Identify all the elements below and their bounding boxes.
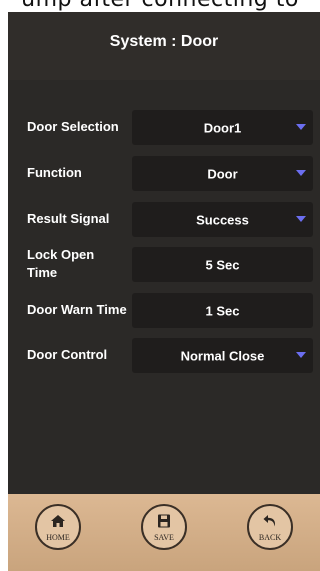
door-control-value: Normal Close — [180, 348, 265, 363]
function-label: Function — [27, 165, 82, 180]
result-signal-label: Result Signal — [27, 211, 110, 226]
save-button[interactable]: SAVE — [141, 504, 187, 550]
door-warn-time-value: 1 Sec — [205, 303, 240, 318]
overlay-caption-text: ump after connecting to — [21, 0, 299, 12]
dropdown-caret-icon — [296, 216, 306, 222]
door-warn-time-label: Door Warn Time — [27, 302, 127, 317]
door-warn-time-field[interactable]: 1 Sec — [132, 293, 313, 328]
back-label: BACK — [258, 533, 282, 542]
home-label: HOME — [46, 533, 70, 542]
back-arrow-icon — [263, 515, 275, 527]
save-icon — [158, 514, 170, 528]
screen-header: System : Door — [8, 12, 320, 80]
lock-open-time-value: 5 Sec — [205, 257, 240, 272]
back-button[interactable]: BACK — [247, 504, 293, 550]
door-selection-label: Door Selection — [27, 119, 119, 134]
device-screen: System : Door Door Selection Door1 Funct… — [8, 12, 320, 571]
function-row: Function Door — [8, 153, 320, 193]
function-value: Door — [207, 166, 238, 181]
result-signal-row: Result Signal Success — [8, 199, 320, 239]
home-icon — [51, 515, 65, 527]
bottom-nav-bar: HOME SAVE BACK — [8, 494, 320, 571]
lock-open-time-row: Lock Open Time 5 Sec — [8, 244, 320, 284]
door-warn-time-row: Door Warn Time 1 Sec — [8, 290, 320, 330]
door-control-dropdown[interactable]: Normal Close — [132, 338, 313, 373]
door-selection-dropdown[interactable]: Door1 — [132, 110, 313, 145]
lock-open-time-label: Lock Open Time — [27, 247, 95, 280]
result-signal-dropdown[interactable]: Success — [132, 202, 313, 237]
save-label: SAVE — [154, 533, 174, 542]
dropdown-caret-icon — [296, 170, 306, 176]
door-selection-value: Door1 — [203, 120, 242, 135]
overlay-caption: ump after connecting to — [0, 0, 320, 12]
lock-open-time-field[interactable]: 5 Sec — [132, 247, 313, 282]
settings-form: Door Selection Door1 Function Door Resul… — [8, 80, 320, 494]
door-selection-row: Door Selection Door1 — [8, 107, 320, 147]
result-signal-value: Success — [196, 212, 249, 227]
door-control-row: Door Control Normal Close — [8, 335, 320, 375]
dropdown-caret-icon — [296, 124, 306, 130]
home-button[interactable]: HOME — [35, 504, 81, 550]
function-dropdown[interactable]: Door — [132, 156, 313, 191]
door-control-label: Door Control — [27, 347, 108, 362]
dropdown-caret-icon — [296, 352, 306, 358]
page-title: System : Door — [109, 33, 219, 50]
